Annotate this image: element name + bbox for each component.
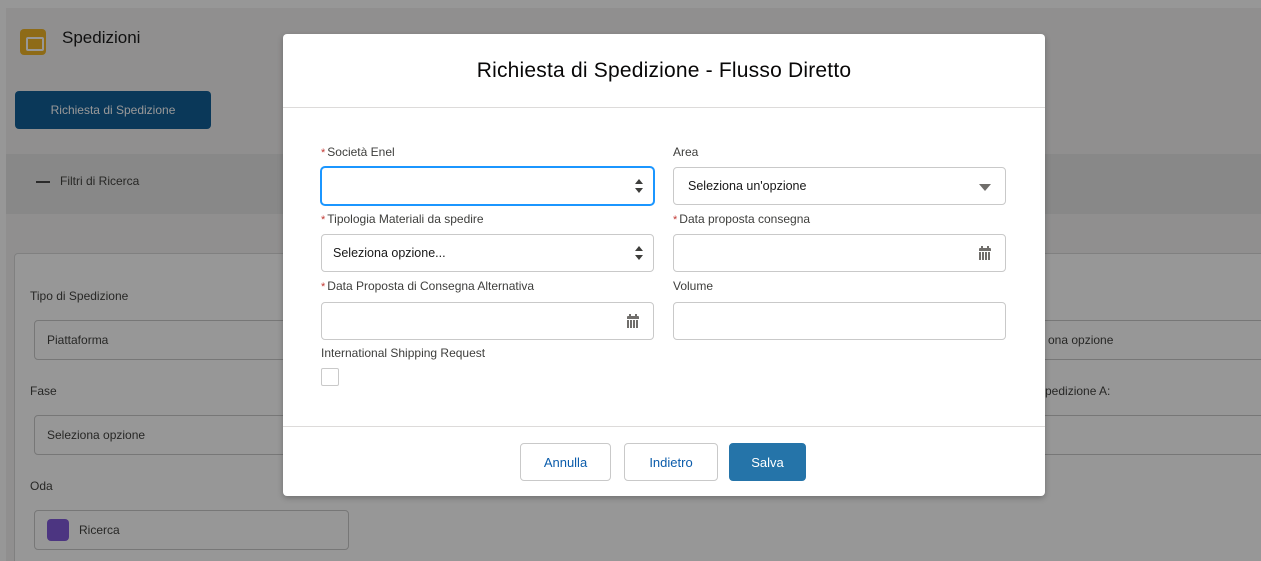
cancel-button[interactable]: Annulla — [520, 443, 611, 481]
required-marker: * — [321, 281, 326, 293]
modal-title: Richiesta di Spedizione - Flusso Diretto — [476, 58, 852, 82]
societa-label: * Società Enel — [321, 145, 395, 159]
select-spinner-icon — [635, 246, 643, 260]
data-consegna-input[interactable] — [673, 234, 1006, 272]
international-label: International Shipping Request — [321, 346, 486, 360]
shipment-request-modal: Richiesta di Spedizione - Flusso Diretto… — [283, 34, 1045, 496]
modal-header: Richiesta di Spedizione - Flusso Diretto — [283, 34, 1045, 108]
societa-select[interactable] — [321, 167, 654, 205]
chevron-down-icon — [979, 184, 991, 191]
required-marker: * — [673, 214, 678, 226]
tipologia-select[interactable]: Seleziona opzione... — [321, 234, 654, 272]
area-combobox[interactable]: Seleziona un'opzione — [673, 167, 1006, 205]
select-spinner-icon — [635, 179, 643, 193]
international-checkbox[interactable] — [321, 368, 339, 386]
volume-input[interactable] — [673, 302, 1006, 340]
data-alternativa-label: * Data Proposta di Consegna Alternativa — [321, 279, 535, 293]
save-button[interactable]: Salva — [729, 443, 806, 481]
required-marker: * — [321, 214, 326, 226]
volume-label: Volume — [673, 279, 714, 293]
data-alternativa-input[interactable] — [321, 302, 654, 340]
area-label: Area — [673, 145, 699, 159]
area-value: Seleziona un'opzione — [688, 179, 807, 193]
calendar-icon[interactable] — [979, 246, 991, 260]
back-button[interactable]: Indietro — [624, 443, 718, 481]
tipologia-value: Seleziona opzione... — [333, 246, 446, 260]
calendar-icon[interactable] — [627, 314, 639, 328]
required-marker: * — [321, 147, 326, 159]
data-consegna-label: * Data proposta consegna — [673, 212, 811, 226]
tipologia-label: * Tipologia Materiali da spedire — [321, 212, 484, 226]
